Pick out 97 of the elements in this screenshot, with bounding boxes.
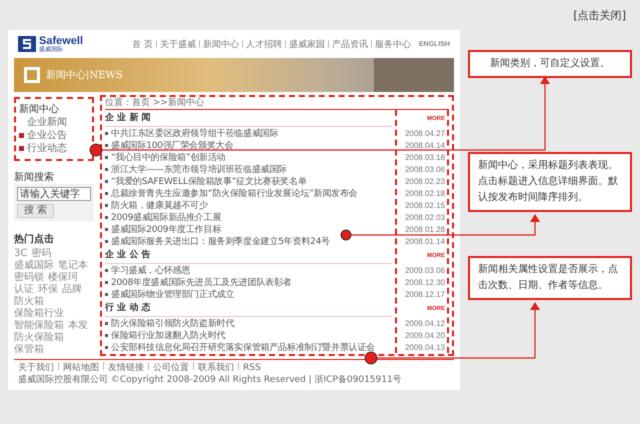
bullet-icon [105,216,108,218]
news-title-link[interactable]: 防火箱，健康莫越不可少 [111,198,208,212]
logo-name: Safewell [39,36,84,46]
news-title-link[interactable]: 2008年度盛威国际先进员工及先进团队表彰者 [111,276,292,288]
news-date: 2008.02.23 [404,176,445,186]
bullet-icon [105,346,108,348]
footer-link[interactable]: RSS [243,362,261,374]
hot-tag-link[interactable]: 密码锁 [14,272,44,284]
hot-tag-link[interactable]: 密码 [31,248,52,260]
news-date: 2008.01.28 [404,224,445,234]
news-date: 2009.03.06 [404,266,445,274]
bullet-icon [105,144,108,146]
news-title-link[interactable]: 浙江大学——东莞市领导培训班莅临盛威国际 [111,162,288,176]
news-title-link[interactable]: 防火保险箱引领防火防盗新时代 [111,316,234,330]
bullet-icon [105,240,108,242]
annotation-box: 新闻中心，采用标题列表表现。点击标题进入信息详细界面。默认按发布时间降序排列。 [468,152,632,212]
hot-tag-link[interactable]: 防火保险箱 [14,332,64,344]
news-date: 2008.12.17 [404,290,445,298]
news-date: 2008.04.27 [404,128,445,138]
bullet-icon [105,228,108,230]
annotation-box: 新闻相关属性设置是否展示，点击次数、日期、作者等信息。 [468,256,632,300]
copyright-text: 盛威国际控股有限公司 ©Copyright 2008-2009 All Rights Reserved | 浙ICP备09015911号 [18,374,403,386]
footer-link[interactable]: 联系我们 [198,362,234,374]
news-title-link[interactable]: “我爱的SAFEWELL保险箱故事”征文比赛获奖名单 [111,174,307,188]
news-title-link[interactable]: 公安部科技信息化局召开研究落实保管箱产品标准制订暨并票认证会 [111,340,376,354]
hot-tag-link[interactable]: 笔记本 [58,260,88,272]
news-title-link[interactable]: “我心目中的保险箱”创新活动 [111,150,226,164]
hot-tag-link[interactable]: 环保 [38,284,58,296]
footer-link[interactable]: 关于我们 [18,362,54,374]
hot-tag-link[interactable]: 楼保珂 [48,272,78,284]
news-title-link[interactable]: 总裁徐誉青先生应邀参加“防火保险箱行业发展论坛”新闻发布会 [111,186,358,200]
hot-tag-link[interactable]: 盛威国际 [14,260,54,272]
footer-link[interactable]: 友情链接 [108,362,144,374]
news-date: 2008.03.18 [404,152,445,162]
bullet-icon [105,322,108,324]
section-title: 企 业 新 闻 [105,111,392,127]
hot-tag-link[interactable]: 防火箱 [14,296,44,308]
category-link[interactable]: 行业动态 [27,142,67,155]
bullet-icon [105,156,108,158]
news-date: 2008.01.14 [404,236,445,246]
news-date: 2008.02.15 [404,200,445,210]
bullet-icon [105,280,108,284]
hot-title: 热门点击 [14,233,55,246]
nav-link[interactable]: 产品资讯 [332,38,368,50]
news-date: 2009.04.20 [404,330,445,340]
hot-tag-link[interactable]: 品牌 [62,284,82,296]
close-link[interactable]: [点击关闭] [573,8,626,22]
hot-tag-link[interactable]: 保险箱行业 [14,308,64,320]
nav-link[interactable]: 新闻中心 [202,38,239,50]
category-link[interactable]: 企业新闻 [27,116,67,129]
annotation-box: 新闻类别，可自定义设置。 [468,50,632,78]
nav-link[interactable]: 盛威家园 [288,38,325,50]
nav-link[interactable]: 关于盛威 [160,38,196,50]
news-title-link[interactable]: 2009盛威国际新品推介工展 [111,210,222,224]
search-title: 新闻搜索 [14,171,55,184]
section-title: 行 业 动 态 [105,301,392,317]
news-date: 2009.04.12 [404,318,445,328]
news-title-link[interactable]: 盛威国际2009年度工作目标 [111,222,222,236]
bullet-icon [105,180,108,182]
breadcrumb: 位置：首页 >>新闻中心 [105,98,449,110]
news-title-link[interactable]: 学习盛威，心怀感恩 [111,264,190,276]
hot-tag-link[interactable]: 认证 [14,284,34,296]
news-title-link[interactable]: 盛威国际服务关进出口：服务则季度金建立5年资料24号 [111,234,330,248]
hot-tag-link[interactable]: 本发 [68,320,88,332]
square-icon [24,67,40,83]
logo-icon [18,36,36,52]
category-link[interactable]: 企业公告 [27,129,67,142]
news-title-link[interactable]: 盛威国际100强厂荣会颁奖大会 [111,138,234,152]
banner-title: 新闻中心|NEWS [46,68,123,82]
news-date: 2008.12.30 [404,278,445,286]
news-title-link[interactable]: 中共江东区委区政府领导组干莅临盛威国际 [111,126,278,140]
news-title-link[interactable]: 盛威国际物业管理部门正式成立 [111,288,234,300]
news-date: 2009.04.13 [404,342,445,352]
bullet-icon [105,268,108,272]
nav-link[interactable]: 人才招聘 [246,38,282,50]
nav-link[interactable]: 服务中心 [374,38,411,50]
category-title: 新闻中心 [19,103,60,116]
bullet-icon [105,292,108,296]
news-date: 2008.04.14 [404,140,445,150]
footer-link[interactable]: 公司位置 [153,362,189,374]
news-title-link[interactable]: 保险箱行业加速翻入防火时代 [111,328,226,342]
section-title: 企 业 公 告 [105,248,392,264]
news-date: 2008.02.03 [404,212,445,222]
hot-tag-link[interactable]: 3C [14,248,28,260]
hot-tag-link[interactable]: 智能保险箱 [14,320,64,332]
footer-link[interactable]: 网站地图 [63,362,99,374]
bullet-icon [105,192,108,194]
bullet-icon [105,168,108,170]
bullet-icon [105,132,108,134]
news-date: 2008.03.06 [404,164,445,174]
bullet-icon [105,204,108,206]
news-date: 2008.02.18 [404,188,445,198]
bullet-icon [105,334,108,336]
hot-tag-link[interactable]: 保管箱 [14,344,44,356]
nav-link[interactable]: 首 页 [132,38,153,50]
search-button[interactable]: 搜 索 [17,204,54,218]
search-field[interactable]: 请输入关键字 [17,187,91,201]
